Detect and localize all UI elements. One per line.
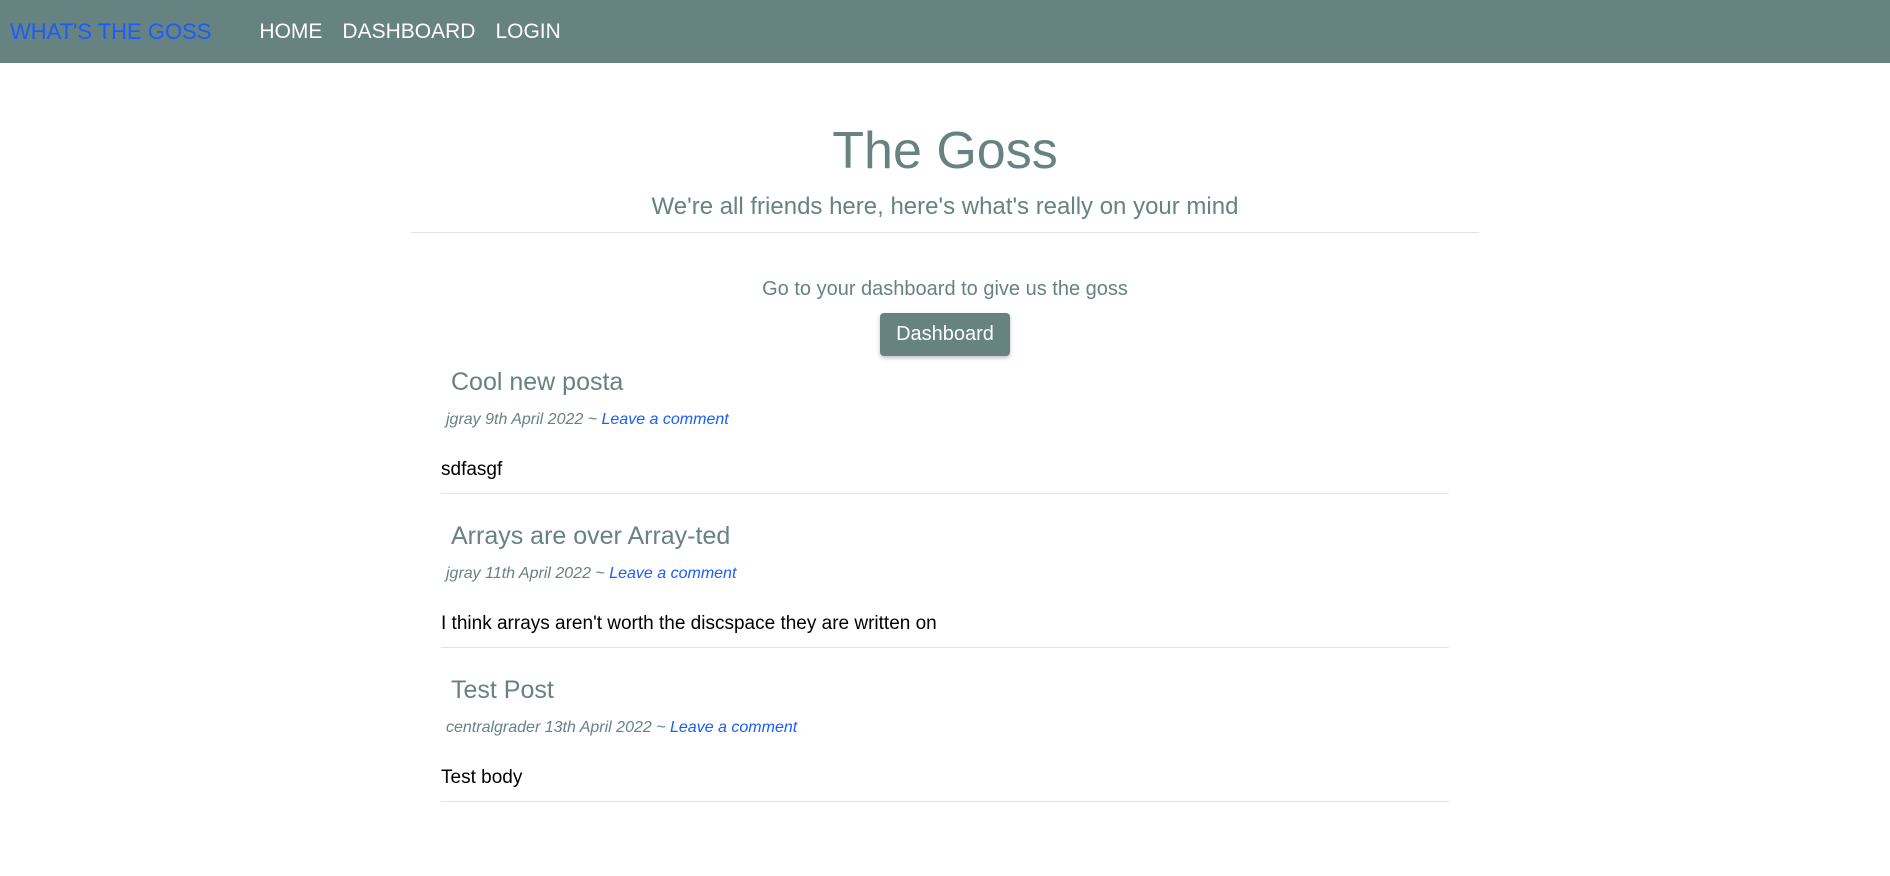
post-meta: jgray 11th April 2022 ~ Leave a comment	[446, 565, 1449, 583]
post-meta: centralgrader 13th April 2022 ~ Leave a …	[446, 719, 1449, 737]
leave-comment-link[interactable]: Leave a comment	[670, 719, 797, 736]
post-body: I think arrays aren't worth the discspac…	[441, 613, 937, 634]
post-author-date: jgray 11th April 2022 ~	[446, 565, 610, 582]
post-title[interactable]: Test Post	[451, 674, 1449, 705]
post-meta: jgray 9th April 2022 ~ Leave a comment	[446, 411, 1449, 429]
nav-link-login[interactable]: LOGIN	[495, 20, 560, 44]
post-body: sdfasgf	[441, 459, 503, 480]
page-subtitle: We're all friends here, here's what's re…	[651, 193, 1239, 220]
nav-link-home[interactable]: HOME	[259, 20, 322, 44]
post-title[interactable]: Arrays are over Array-ted	[451, 520, 1449, 551]
brand-link[interactable]: WHAT'S THE GOSS	[10, 19, 211, 45]
post-title[interactable]: Cool new posta	[451, 366, 1449, 397]
post-author-date: centralgrader 13th April 2022 ~	[446, 719, 670, 736]
hero-divider	[411, 232, 1479, 233]
dashboard-button[interactable]: Dashboard	[880, 313, 1010, 356]
nav-link-dashboard[interactable]: DASHBOARD	[342, 20, 475, 44]
page-title: The Goss	[832, 122, 1058, 180]
post-card: Cool new posta jgray 9th April 2022 ~ Le…	[441, 366, 1449, 494]
leave-comment-link[interactable]: Leave a comment	[602, 411, 729, 428]
navbar: WHAT'S THE GOSS HOME DASHBOARD LOGIN	[0, 0, 1890, 63]
leave-comment-link[interactable]: Leave a comment	[609, 565, 736, 582]
dashboard-cta: Go to your dashboard to give us the goss…	[0, 278, 1890, 356]
post-author-date: jgray 9th April 2022 ~	[446, 411, 602, 428]
post-body: Test body	[441, 767, 523, 788]
post-list: Cool new posta jgray 9th April 2022 ~ Le…	[441, 366, 1449, 802]
post-card: Arrays are over Array-ted jgray 11th Apr…	[441, 520, 1449, 648]
post-card: Test Post centralgrader 13th April 2022 …	[441, 674, 1449, 802]
cta-text: Go to your dashboard to give us the goss	[762, 278, 1128, 300]
hero: The Goss We're all friends here, here's …	[0, 125, 1890, 233]
